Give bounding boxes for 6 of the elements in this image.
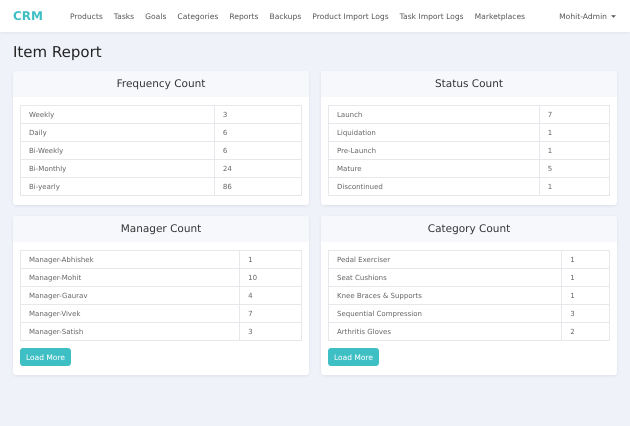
- card-title: Category Count: [321, 216, 617, 242]
- card-title: Manager Count: [13, 216, 309, 242]
- card-title: Frequency Count: [13, 71, 309, 97]
- page-title: Item Report: [13, 43, 103, 61]
- caret-icon: [611, 14, 616, 18]
- card-title: Status Count: [321, 71, 617, 97]
